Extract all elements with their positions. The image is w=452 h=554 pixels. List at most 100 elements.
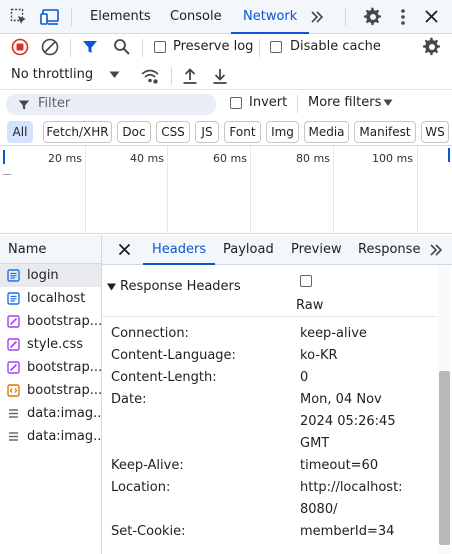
close-devtools-icon[interactable] [424, 9, 439, 24]
header-name: Keep-Alive: [111, 458, 184, 473]
export-har-icon[interactable] [212, 67, 228, 85]
request-row[interactable]: bootstrap... [0, 310, 101, 333]
more-tabs-icon[interactable] [309, 9, 325, 25]
timeline-tick-label: 60 ms [213, 152, 247, 165]
request-name: bootstrap... [27, 383, 101, 398]
divider [259, 39, 260, 57]
header-value: timeout=60 [300, 455, 378, 477]
close-detail-icon[interactable] [118, 243, 131, 256]
header-value-line: 2024 05:26:45 [300, 414, 396, 429]
header-value: ko-KR [300, 345, 338, 367]
header-name: Set-Cookie: [111, 524, 186, 539]
header-value-line: memberId=34 [300, 524, 395, 539]
throttling-toolbar: No throttling [0, 62, 452, 90]
timeline-gridline [333, 146, 334, 234]
type-filter-fetch-xhr[interactable]: Fetch/XHR [43, 121, 112, 143]
header-value-line: 8080/ [300, 502, 338, 517]
tab-headers[interactable]: Headers [143, 235, 216, 265]
invert-checkbox[interactable] [230, 97, 242, 109]
type-filter-font[interactable]: Font [224, 121, 261, 143]
search-icon[interactable] [113, 38, 131, 56]
preserve-log-checkbox[interactable] [154, 41, 166, 53]
network-conditions-icon[interactable] [140, 67, 160, 85]
disable-cache-checkbox[interactable] [270, 41, 282, 53]
import-har-icon[interactable] [182, 67, 198, 85]
type-filter-js[interactable]: JS [195, 121, 219, 143]
header-name: Date: [111, 392, 147, 407]
response-headers-section-header[interactable]: Response Headers Raw [102, 273, 436, 317]
scrollbar-thumb[interactable] [439, 371, 450, 545]
request-list-header[interactable]: Name [0, 235, 101, 264]
request-name: data:imag... [27, 406, 101, 421]
type-filter-all[interactable]: All [7, 121, 33, 143]
kebab-menu-icon[interactable] [397, 8, 409, 26]
header-name: Connection: [111, 326, 189, 341]
record-stop-icon[interactable] [11, 38, 29, 56]
divider [142, 39, 143, 57]
header-value: Mon, 04 Nov 2024 05:26:45 GMT [300, 389, 396, 455]
more-filters-button[interactable]: More filters [308, 95, 381, 110]
tab-network[interactable]: Network [231, 0, 310, 34]
type-filter-ws[interactable]: WS [421, 121, 449, 143]
detail-scrollbar[interactable] [438, 265, 450, 554]
timeline-marker [448, 148, 450, 162]
document-icon [7, 269, 20, 282]
network-settings-icon[interactable] [422, 37, 442, 57]
data-uri-icon [7, 430, 20, 443]
filter-funnel-icon [18, 99, 30, 111]
tab-elements[interactable]: Elements [90, 0, 151, 34]
more-filters-caret-icon [383, 99, 393, 107]
request-list: Name login localhost bootstrap... style.css… [0, 235, 102, 554]
header-name: Content-Language: [111, 348, 236, 363]
timeline-gridline [85, 146, 86, 234]
header-value-line: GMT [300, 436, 330, 451]
request-row[interactable]: localhost [0, 287, 101, 310]
devtools-tab-bar: Elements Console Network [0, 0, 452, 34]
request-name: login [27, 268, 59, 283]
type-filter-doc[interactable]: Doc [117, 121, 151, 143]
tab-response[interactable]: Response [358, 235, 420, 265]
request-row[interactable]: bootstrap... [0, 379, 101, 402]
filter-input[interactable]: Filter [6, 94, 216, 115]
invert-label: Invert [249, 95, 288, 110]
inspect-icon[interactable] [10, 8, 28, 26]
request-detail-pane: Headers Payload Preview Response Respons… [102, 235, 452, 554]
raw-label: Raw [296, 298, 324, 313]
raw-checkbox[interactable] [300, 275, 312, 287]
preserve-log-label: Preserve log [173, 39, 254, 54]
divider [345, 8, 346, 26]
request-row[interactable]: data:imag... [0, 425, 101, 448]
request-row[interactable]: data:imag... [0, 402, 101, 425]
header-value-line: Mon, 04 Nov [300, 392, 382, 407]
more-detail-tabs-icon[interactable] [428, 242, 444, 258]
clear-icon[interactable] [41, 38, 59, 56]
tab-console[interactable]: Console [170, 0, 222, 34]
request-name: style.css [27, 337, 83, 352]
network-overview-timeline[interactable]: 20 ms 40 ms 60 ms 80 ms 100 ms [0, 146, 452, 234]
divider [297, 95, 298, 113]
request-name: data:imag... [27, 429, 101, 444]
request-row[interactable]: login [0, 264, 101, 287]
request-row[interactable]: style.css [0, 333, 101, 356]
type-filter-img[interactable]: Img [266, 121, 299, 143]
header-name: Content-Length: [111, 370, 217, 385]
tab-preview[interactable]: Preview [291, 235, 342, 265]
request-name: localhost [27, 291, 86, 306]
request-name: bootstrap... [27, 360, 101, 375]
type-filter-css[interactable]: CSS [156, 121, 190, 143]
device-toggle-icon[interactable] [40, 8, 60, 26]
request-row[interactable]: bootstrap... [0, 356, 101, 379]
header-name: Location: [111, 480, 171, 495]
type-filter-media[interactable]: Media [304, 121, 349, 143]
tab-payload[interactable]: Payload [223, 235, 274, 265]
throttling-select[interactable]: No throttling [11, 67, 93, 82]
disable-cache-label: Disable cache [290, 39, 381, 54]
filter-icon[interactable] [82, 39, 98, 55]
header-value: 0 [300, 367, 308, 389]
settings-icon[interactable] [363, 7, 383, 27]
caret-down-icon[interactable] [109, 71, 120, 79]
type-filter-manifest[interactable]: Manifest [354, 121, 416, 143]
divider [171, 67, 172, 85]
document-icon [7, 292, 20, 305]
expand-triangle-icon [107, 283, 116, 291]
